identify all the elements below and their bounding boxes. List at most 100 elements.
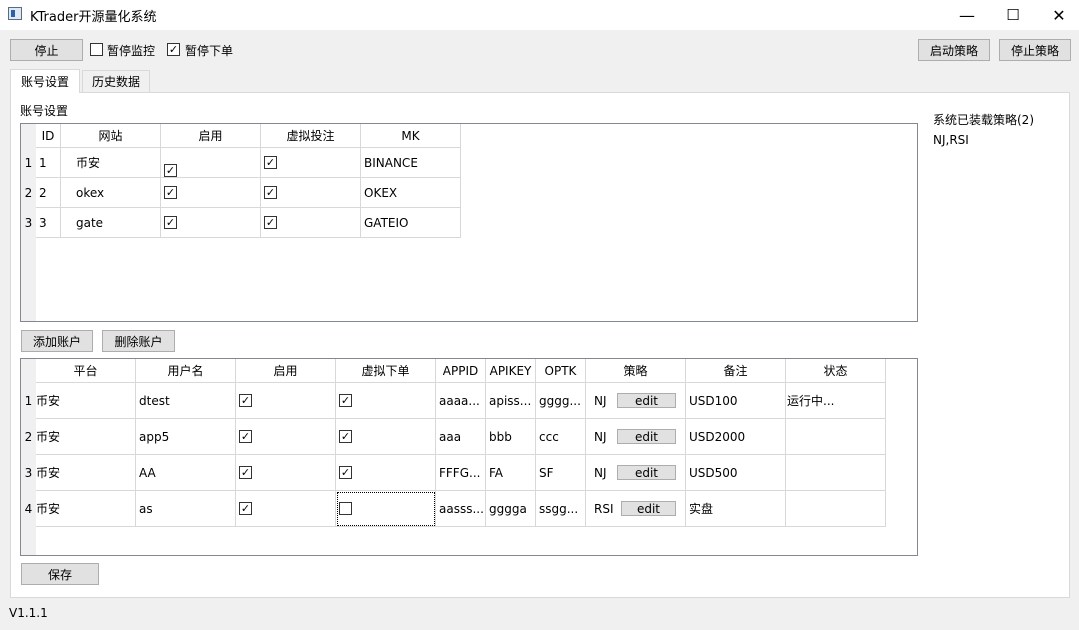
col-header-username[interactable]: 用户名 [136,359,236,383]
col-header-strategy[interactable]: 策略 [586,359,686,383]
table-cell-mk[interactable]: BINANCE [361,148,461,178]
edit-strategy-button[interactable]: edit [617,429,676,444]
virtual-checkbox[interactable]: ✓ [339,466,352,479]
enabled-checkbox[interactable]: ✓ [239,394,252,407]
minimize-icon[interactable]: — [944,0,990,30]
virtual-checkbox[interactable]: ✓ [264,186,277,199]
table-cell-platform[interactable]: 币安 [36,383,136,419]
delete-account-button[interactable]: 删除账户 [102,330,175,352]
table-cell-status[interactable] [786,491,886,527]
table-cell-username[interactable]: AA [136,455,236,491]
virtual-checkbox[interactable] [339,502,352,515]
table-cell-virtual[interactable]: ✓ [261,148,361,178]
table-cell-apikey[interactable]: FA [486,455,536,491]
table-cell-appid[interactable]: FFFG... [436,455,486,491]
table-cell-note[interactable]: USD100 [686,383,786,419]
table-cell-id[interactable]: 3 [36,208,61,238]
virtual-checkbox[interactable]: ✓ [264,156,277,169]
col-header-mk[interactable]: MK [361,124,461,148]
table-cell-note[interactable]: 实盘 [686,491,786,527]
table-cell-mk[interactable]: OKEX [361,178,461,208]
table-cell-enabled[interactable]: ✓ [236,455,336,491]
col-header-enabled[interactable]: 启用 [161,124,261,148]
table-cell-enabled[interactable]: ✓ [236,491,336,527]
table-cell-note[interactable]: USD2000 [686,419,786,455]
row-header[interactable]: 3 [21,455,36,491]
enabled-checkbox[interactable]: ✓ [164,186,177,199]
enabled-checkbox[interactable]: ✓ [164,164,177,177]
table-cell-id[interactable]: 2 [36,178,61,208]
tab-account-settings[interactable]: 账号设置 [10,69,80,93]
edit-strategy-button[interactable]: edit [621,501,676,516]
table-cell-virtual[interactable] [336,491,436,527]
edit-strategy-button[interactable]: edit [617,393,676,408]
table-cell-platform[interactable]: 币安 [36,455,136,491]
table-cell-appid[interactable]: aasss... [436,491,486,527]
table-cell-appid[interactable]: aaa [436,419,486,455]
table-cell-status[interactable] [786,455,886,491]
edit-strategy-button[interactable]: edit [617,465,676,480]
row-header[interactable]: 4 [21,491,36,527]
save-button[interactable]: 保存 [21,563,99,585]
table-cell-status[interactable] [786,419,886,455]
enabled-checkbox[interactable]: ✓ [239,466,252,479]
col-header-status[interactable]: 状态 [786,359,886,383]
virtual-checkbox[interactable]: ✓ [339,394,352,407]
table-cell-mk[interactable]: GATEIO [361,208,461,238]
table-cell-platform[interactable]: 币安 [36,491,136,527]
table-cell-site[interactable]: okex [61,178,161,208]
table-cell-virtual[interactable]: ✓ [336,383,436,419]
table-cell-platform[interactable]: 币安 [36,419,136,455]
add-account-button[interactable]: 添加账户 [21,330,93,352]
col-header-virtual-order[interactable]: 虚拟下单 [336,359,436,383]
table-cell-appid[interactable]: aaaa... [436,383,486,419]
table-cell-enabled[interactable]: ✓ [161,148,261,178]
table-cell-enabled[interactable]: ✓ [161,178,261,208]
virtual-checkbox[interactable]: ✓ [264,216,277,229]
table-cell-site[interactable]: gate [61,208,161,238]
row-header[interactable]: 1 [21,148,36,178]
row-header[interactable]: 1 [21,383,36,419]
stop-button[interactable]: 停止 [10,39,83,61]
enabled-checkbox[interactable]: ✓ [239,502,252,515]
table-cell-virtual[interactable]: ✓ [261,178,361,208]
table-cell-enabled[interactable]: ✓ [161,208,261,238]
col-header-optk[interactable]: OPTK [536,359,586,383]
col-header-platform[interactable]: 平台 [36,359,136,383]
col-header-apikey[interactable]: APIKEY [486,359,536,383]
table-cell-id[interactable]: 1 [36,148,61,178]
table-cell-virtual[interactable]: ✓ [261,208,361,238]
start-strategy-button[interactable]: 启动策略 [918,39,990,61]
table-cell-apikey[interactable]: gggga [486,491,536,527]
col-header-virtual[interactable]: 虚拟投注 [261,124,361,148]
col-header-site[interactable]: 网站 [61,124,161,148]
table-cell-username[interactable]: app5 [136,419,236,455]
maximize-icon[interactable]: ☐ [990,0,1036,30]
pause-monitor-checkbox[interactable] [90,43,103,56]
col-header-id[interactable]: ID [36,124,61,148]
table-cell-virtual[interactable]: ✓ [336,455,436,491]
table-cell-note[interactable]: USD500 [686,455,786,491]
tab-history-data[interactable]: 历史数据 [82,70,150,92]
close-icon[interactable]: ✕ [1036,0,1079,30]
col-header-enabled[interactable]: 启用 [236,359,336,383]
table-cell-enabled[interactable]: ✓ [236,419,336,455]
stop-strategy-button[interactable]: 停止策略 [999,39,1071,61]
enabled-checkbox[interactable]: ✓ [164,216,177,229]
table-cell-apikey[interactable]: apiss... [486,383,536,419]
table-cell-optk[interactable]: gggg... [536,383,586,419]
table-cell-username[interactable]: as [136,491,236,527]
table-cell-optk[interactable]: ccc [536,419,586,455]
pause-order-checkbox[interactable]: ✓ [167,43,180,56]
row-header[interactable]: 2 [21,178,36,208]
table-cell-optk[interactable]: ssgg... [536,491,586,527]
enabled-checkbox[interactable]: ✓ [239,430,252,443]
table-cell-username[interactable]: dtest [136,383,236,419]
row-header[interactable]: 2 [21,419,36,455]
table-cell-site[interactable]: 币安 [61,148,161,178]
virtual-checkbox[interactable]: ✓ [339,430,352,443]
table-cell-enabled[interactable]: ✓ [236,383,336,419]
row-header[interactable]: 3 [21,208,36,238]
col-header-note[interactable]: 备注 [686,359,786,383]
table-cell-status[interactable]: 运行中... [786,383,886,419]
